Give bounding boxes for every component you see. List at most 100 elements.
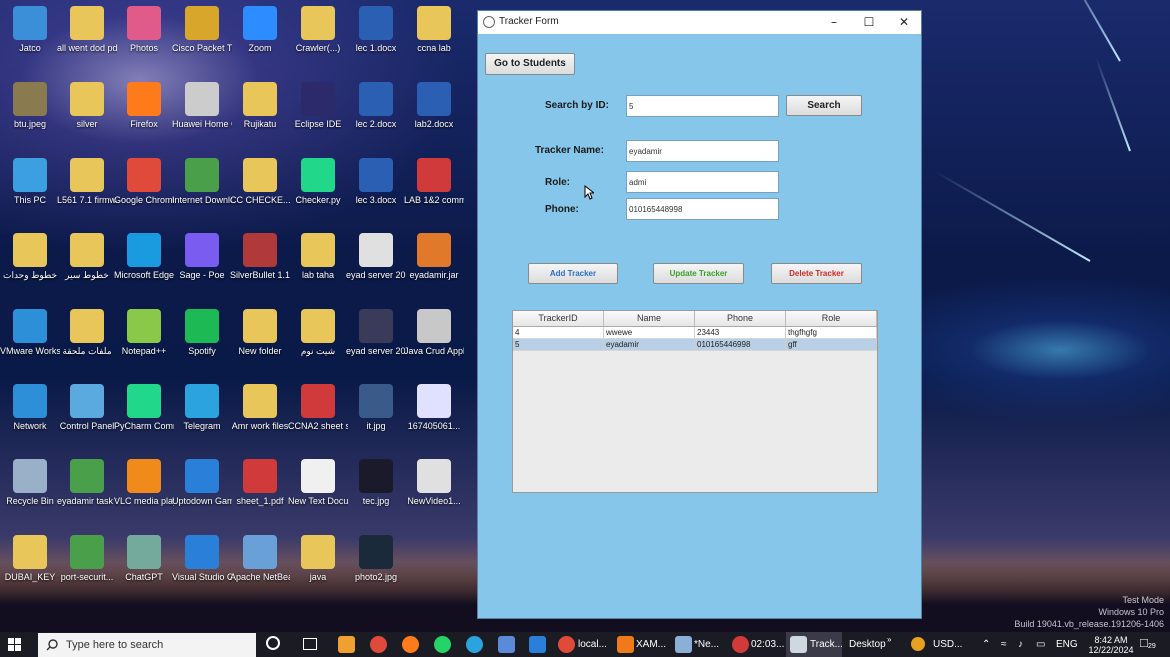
desktop-icon[interactable]: LAB 1&2 comman...: [404, 158, 464, 206]
desktop-icon[interactable]: all went dod pdf: [57, 6, 117, 54]
title-bar[interactable]: Tracker Form – ☐ ✕: [478, 11, 921, 34]
usd-label[interactable]: USD...: [933, 639, 962, 650]
network-icon[interactable]: [498, 636, 515, 653]
desktop-icon[interactable]: Zoom: [230, 6, 290, 54]
java-app-icon[interactable]: [790, 636, 807, 653]
desktop-icon[interactable]: Network: [0, 384, 60, 432]
table-row[interactable]: 4 wwewe 23443 thgfhgfg: [513, 327, 877, 339]
desktop-icon[interactable]: eyadamir.jar: [404, 233, 464, 281]
language-indicator[interactable]: ENG: [1056, 639, 1078, 650]
vscode-icon[interactable]: [529, 636, 546, 653]
minimize-icon[interactable]: –: [817, 11, 851, 34]
desktop-icon[interactable]: ChatGPT: [114, 535, 174, 583]
desktop-icon[interactable]: Crawler(...): [288, 6, 348, 54]
desktop-icon[interactable]: خطوط سير: [57, 233, 117, 281]
chevron-icon[interactable]: »: [887, 635, 891, 644]
desktop-icon[interactable]: Rujikatu: [230, 82, 290, 130]
column-header-name[interactable]: Name: [604, 311, 695, 326]
taskbar-item-active[interactable]: Track...: [810, 639, 843, 650]
desktop-icon[interactable]: PyCharm Communi...: [114, 384, 174, 432]
battery-icon[interactable]: ▭: [1036, 639, 1045, 650]
desktop-icon[interactable]: lec 1.docx: [346, 6, 406, 54]
desktop-icon[interactable]: ملفات ملحقة: [57, 309, 117, 357]
desktop-icon[interactable]: Java Crud Applicati...: [404, 309, 464, 357]
desktop-icon[interactable]: ccna lab: [404, 6, 464, 54]
desktop-icon[interactable]: SilverBullet 1.1.4.zip: [230, 233, 290, 281]
desktop-icon[interactable]: sheet_1.pdf: [230, 459, 290, 507]
desktop-icon[interactable]: خطوط وحدات: [0, 233, 60, 281]
desktop-icon[interactable]: Internet Downloa...: [172, 158, 232, 206]
desktop-icon[interactable]: silver: [57, 82, 117, 130]
close-icon[interactable]: ✕: [887, 11, 921, 34]
trackers-table[interactable]: TrackerID Name Phone Role 4 wwewe 23443 …: [512, 310, 878, 493]
desktop-icon[interactable]: New folder: [230, 309, 290, 357]
volume-icon[interactable]: ♪: [1018, 639, 1023, 650]
desktop-icon[interactable]: lab2.docx: [404, 82, 464, 130]
desktop-icon[interactable]: lab taha: [288, 233, 348, 281]
desktop-icon[interactable]: VMware Workstati...: [0, 309, 60, 357]
desktop-icon[interactable]: DUBAI_KEY: [0, 535, 60, 583]
desktop-icon[interactable]: Google Chrome: [114, 158, 174, 206]
taskbar-search-box[interactable]: Type here to search: [38, 633, 256, 657]
maximize-icon[interactable]: ☐: [852, 11, 886, 34]
desktop-icon[interactable]: Cisco Packet Tracer: [172, 6, 232, 54]
xampp-icon[interactable]: [617, 636, 634, 653]
desktop-icon[interactable]: Spotify: [172, 309, 232, 357]
desktop-icon[interactable]: CCNA2 sheet switch_rout...: [288, 384, 348, 432]
desktop-icon[interactable]: Huawei Home G...: [172, 82, 232, 130]
desktop-icon[interactable]: tec.jpg: [346, 459, 406, 507]
app-icon[interactable]: [338, 636, 355, 653]
clock[interactable]: 8:42 AM 12/22/2024: [1086, 635, 1136, 655]
desktop-icon[interactable]: Firefox: [114, 82, 174, 130]
desktop-icon[interactable]: it.jpg: [346, 384, 406, 432]
desktop-icon[interactable]: CC CHECKE...: [230, 158, 290, 206]
desktop-icon[interactable]: NewVideo1...: [404, 459, 464, 507]
taskbar-item[interactable]: local...: [578, 639, 607, 650]
firefox-icon[interactable]: [402, 636, 419, 653]
search-button[interactable]: Search: [786, 95, 862, 116]
windows-start-icon[interactable]: [8, 638, 21, 651]
search-input[interactable]: 5: [626, 95, 779, 117]
desktop-icon[interactable]: eyadamir task 1.pkt: [57, 459, 117, 507]
desktop-icon[interactable]: lec 3.docx: [346, 158, 406, 206]
desktop-icon[interactable]: eyad server 2012 2024 ...: [346, 233, 406, 281]
desktop-icon[interactable]: Eclipse IDE: [288, 82, 348, 130]
desktop-icon[interactable]: java: [288, 535, 348, 583]
whatsapp-icon[interactable]: [434, 636, 451, 653]
add-tracker-button[interactable]: Add Tracker: [528, 263, 618, 284]
update-tracker-button[interactable]: Update Tracker: [653, 263, 744, 284]
chevron-up-icon[interactable]: ⌃: [982, 639, 990, 650]
role-input[interactable]: admi: [626, 171, 779, 193]
desktop-icon[interactable]: Checker.py: [288, 158, 348, 206]
desktop-icon[interactable]: Recycle Bin: [0, 459, 60, 507]
desktop-icon[interactable]: btu.jpeg: [0, 82, 60, 130]
column-header-trackerid[interactable]: TrackerID: [513, 311, 604, 326]
taskbar-item[interactable]: XAM...: [636, 639, 666, 650]
desktop-icon[interactable]: port-securit...: [57, 535, 117, 583]
desktop-icon[interactable]: Control Panel: [57, 384, 117, 432]
go-to-students-button[interactable]: Go to Students: [485, 53, 575, 75]
desktop-icon[interactable]: Apache NetBeans I...: [230, 535, 290, 583]
desktop-icon[interactable]: Jatco: [0, 6, 60, 54]
desktop-icon[interactable]: This PC: [0, 158, 60, 206]
table-row-selected[interactable]: 5 eyadamir 010165446998 gff: [513, 339, 877, 351]
desktop-icon[interactable]: L561 7.1 firmware: [57, 158, 117, 206]
desktop-icon[interactable]: Uptodown GameLoop...: [172, 459, 232, 507]
wifi-icon[interactable]: ≈: [1001, 639, 1007, 650]
desktop-icon[interactable]: eyad server 2012 2024 ...: [346, 309, 406, 357]
cortana-icon[interactable]: [266, 636, 280, 650]
desktop-icon[interactable]: Notepad++: [114, 309, 174, 357]
desktop-icon[interactable]: New Text Document.txt: [288, 459, 348, 507]
desktop-toolbar-label[interactable]: Desktop: [849, 639, 886, 650]
desktop-icon[interactable]: lec 2.docx: [346, 82, 406, 130]
telegram-icon[interactable]: [466, 636, 483, 653]
phone-input[interactable]: 010165448998: [626, 198, 779, 220]
desktop-icon[interactable]: Telegram: [172, 384, 232, 432]
tracker-name-input[interactable]: eyadamir: [626, 140, 779, 162]
desktop-icon[interactable]: photo2.jpg: [346, 535, 406, 583]
notepad-icon[interactable]: [675, 636, 692, 653]
column-header-role[interactable]: Role: [786, 311, 877, 326]
taskbar-item[interactable]: *Ne...: [694, 639, 719, 650]
taskbar-item[interactable]: 02:03...: [751, 639, 784, 650]
record-icon[interactable]: [732, 636, 749, 653]
